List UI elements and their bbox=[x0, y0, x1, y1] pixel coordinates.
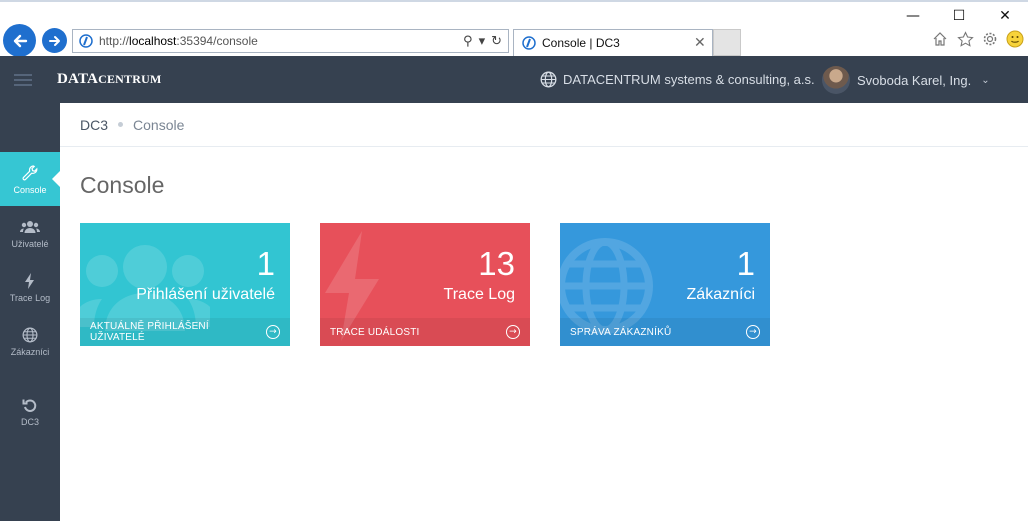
tile-more-link[interactable]: SPRÁVA ZÁKAZNÍKŮ → bbox=[560, 318, 770, 346]
users-icon bbox=[20, 217, 40, 237]
tile-trace-log[interactable]: 13 Trace Log TRACE UDÁLOSTI → bbox=[320, 223, 530, 346]
sidebar: Console Uživatelé Trace Log Zákazníci DC… bbox=[0, 103, 60, 521]
globe-icon bbox=[22, 325, 38, 345]
breadcrumb-separator bbox=[118, 122, 124, 127]
company-name: DATACENTRUM systems & consulting, a.s. bbox=[563, 72, 815, 87]
tile-number: 13 bbox=[478, 245, 515, 282]
brand-main: DATA bbox=[57, 71, 99, 87]
brand-rest: CENTRUM bbox=[98, 72, 162, 86]
new-tab-button[interactable] bbox=[713, 29, 741, 56]
browser-chrome: — ☐ ✕ http://localhost:35394/console ⚲ ▾… bbox=[0, 0, 1028, 57]
minimize-button[interactable]: — bbox=[890, 4, 936, 28]
browser-tab[interactable]: Console | DC3 ✕ bbox=[513, 29, 713, 56]
user-name: Svoboda Karel, Ing. bbox=[857, 72, 972, 88]
browser-toolbar-icons bbox=[931, 30, 1024, 48]
tile-more-link[interactable]: TRACE UDÁLOSTI → bbox=[320, 318, 530, 346]
sidebar-item-label: Trace Log bbox=[9, 293, 51, 303]
url-text[interactable]: http://localhost:35394/console bbox=[99, 34, 463, 48]
favorites-star-icon[interactable] bbox=[956, 30, 974, 48]
address-tools: ⚲ ▾ ↻ bbox=[463, 34, 508, 49]
forward-arrow-icon bbox=[48, 35, 60, 46]
sidebar-item-label: DC3 bbox=[20, 417, 39, 427]
url-path: :35394/console bbox=[176, 34, 258, 48]
tile-link-label: SPRÁVA ZÁKAZNÍKŮ bbox=[570, 326, 672, 338]
arrow-circle-right-icon: → bbox=[506, 325, 520, 339]
sidebar-item-dc3[interactable]: DC3 bbox=[0, 384, 60, 438]
menu-toggle-icon[interactable] bbox=[14, 74, 32, 86]
globe-icon bbox=[540, 71, 557, 88]
tab-site-icon bbox=[520, 34, 538, 52]
search-icon[interactable]: ⚲ bbox=[463, 34, 473, 49]
back-button[interactable] bbox=[3, 24, 36, 57]
bolt-icon bbox=[24, 271, 36, 291]
wrench-icon bbox=[21, 163, 39, 183]
tile-link-label: TRACE UDÁLOSTI bbox=[330, 326, 420, 338]
close-window-button[interactable]: ✕ bbox=[982, 4, 1028, 28]
sidebar-item-trace-log[interactable]: Trace Log bbox=[0, 260, 60, 314]
tile-customers[interactable]: 1 Zákazníci SPRÁVA ZÁKAZNÍKŮ → bbox=[560, 223, 770, 346]
tile-title: Přihlášení uživatelé bbox=[136, 286, 275, 303]
sidebar-item-label: Zákazníci bbox=[10, 347, 50, 357]
company-selector[interactable]: DATACENTRUM systems & consulting, a.s. bbox=[540, 71, 815, 88]
app-header: DATACENTRUM DATACENTRUM systems & consul… bbox=[0, 56, 1028, 103]
user-menu[interactable]: Svoboda Karel, Ing. ⌄ bbox=[822, 66, 990, 94]
arrow-circle-right-icon: → bbox=[266, 325, 280, 339]
sidebar-item-label: Uživatelé bbox=[11, 239, 49, 249]
dropdown-icon[interactable]: ▾ bbox=[479, 34, 486, 49]
settings-gear-icon[interactable] bbox=[981, 30, 999, 48]
tile-more-link[interactable]: AKTUÁLNĚ PŘIHLÁŠENÍ UŽIVATELÉ → bbox=[80, 318, 290, 346]
arrow-circle-right-icon: → bbox=[746, 325, 760, 339]
breadcrumb-current: Console bbox=[133, 116, 185, 133]
tile-link-label: AKTUÁLNĚ PŘIHLÁŠENÍ UŽIVATELÉ bbox=[90, 321, 209, 343]
brand-logo[interactable]: DATACENTRUM bbox=[57, 71, 161, 88]
address-bar[interactable]: http://localhost:35394/console ⚲ ▾ ↻ bbox=[72, 29, 509, 53]
breadcrumb-root[interactable]: DC3 bbox=[80, 117, 108, 133]
sidebar-item-uzivatele[interactable]: Uživatelé bbox=[0, 206, 60, 260]
tile-number: 1 bbox=[736, 245, 755, 282]
tile-title: Trace Log bbox=[443, 286, 515, 303]
window-controls: — ☐ ✕ bbox=[890, 4, 1028, 28]
page-title: Console bbox=[80, 172, 165, 198]
tab-title: Console | DC3 bbox=[542, 36, 620, 50]
tile-number: 1 bbox=[256, 245, 275, 282]
breadcrumb: DC3 Console bbox=[60, 103, 1028, 147]
avatar bbox=[822, 66, 850, 94]
tile-title: Zákazníci bbox=[686, 286, 755, 303]
tab-close-icon[interactable]: ✕ bbox=[694, 35, 712, 51]
smiley-feedback-icon[interactable] bbox=[1006, 30, 1024, 48]
users-icon bbox=[80, 245, 210, 331]
site-icon bbox=[77, 32, 95, 50]
sidebar-item-console[interactable]: Console bbox=[0, 152, 60, 206]
refresh-icon[interactable]: ↻ bbox=[491, 34, 502, 49]
window-top-border bbox=[0, 0, 1028, 2]
undo-icon bbox=[22, 395, 38, 415]
maximize-button[interactable]: ☐ bbox=[936, 4, 982, 28]
back-arrow-icon bbox=[13, 34, 27, 47]
home-icon[interactable] bbox=[931, 30, 949, 48]
sidebar-item-label: Console bbox=[13, 185, 47, 195]
chevron-down-icon: ⌄ bbox=[981, 74, 990, 86]
url-prefix: http:// bbox=[99, 34, 130, 48]
url-host: localhost bbox=[129, 34, 177, 48]
sidebar-item-zakaznici[interactable]: Zákazníci bbox=[0, 314, 60, 368]
tile-logged-users[interactable]: 1 Přihlášení uživatelé AKTUÁLNĚ PŘIHLÁŠE… bbox=[80, 223, 290, 346]
forward-button[interactable] bbox=[42, 28, 67, 53]
